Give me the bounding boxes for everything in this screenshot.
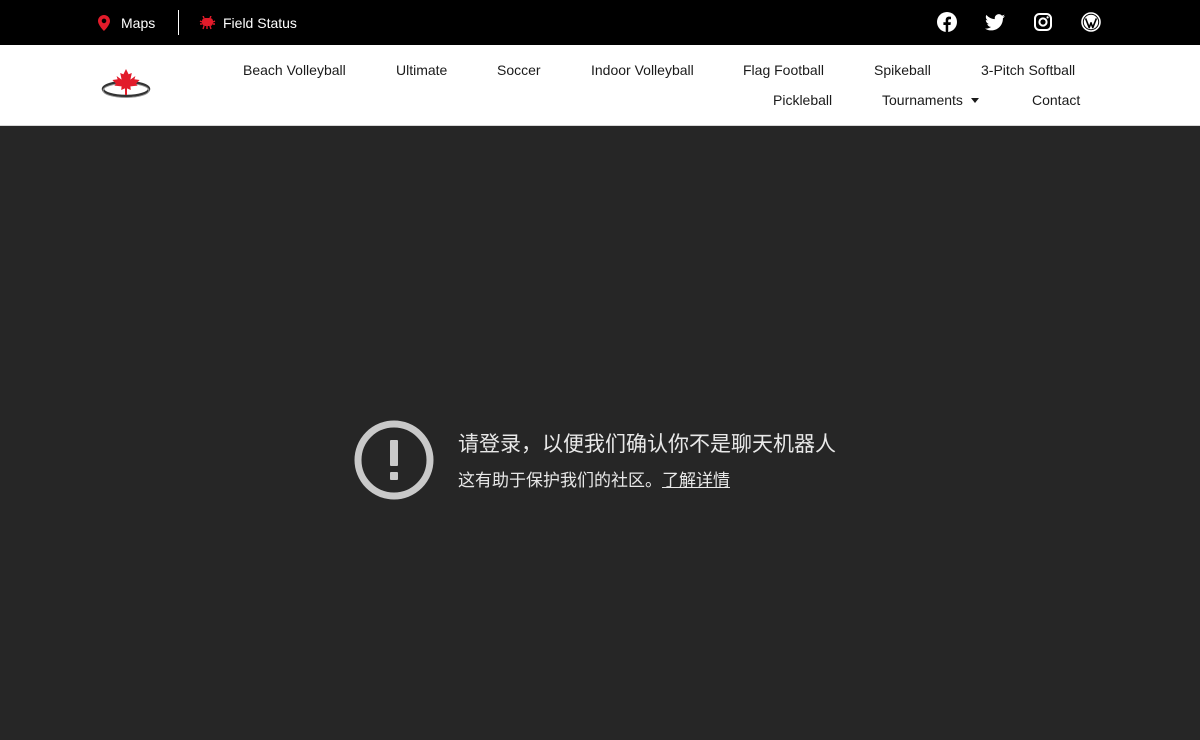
facebook-link[interactable] — [937, 12, 957, 32]
nav-beach-volleyball[interactable]: Beach Volleyball — [243, 61, 346, 79]
instagram-icon — [1034, 13, 1052, 31]
nav-indoor-volleyball[interactable]: Indoor Volleyball — [591, 61, 694, 79]
maps-label: Maps — [121, 14, 156, 31]
map-pin-icon — [98, 14, 110, 31]
notice-description-text: 这有助于保护我们的社区。 — [458, 471, 662, 491]
wordpress-icon — [1081, 12, 1101, 32]
field-status-link[interactable]: Field Status — [198, 0, 297, 45]
nav-tournaments[interactable]: Tournaments — [882, 91, 979, 109]
nav-flag-football[interactable]: Flag Football — [743, 61, 824, 79]
nav-ultimate[interactable]: Ultimate — [396, 61, 447, 79]
main-content: 请登录，以便我们确认你不是聊天机器人 这有助于保护我们的社区。了解详情 — [0, 126, 1200, 740]
nav-contact[interactable]: Contact — [1032, 91, 1080, 109]
nav-pickleball[interactable]: Pickleball — [773, 91, 832, 109]
nav-spikeball[interactable]: Spikeball — [874, 61, 931, 79]
wordpress-link[interactable] — [1081, 12, 1101, 32]
nav-tournaments-label: Tournaments — [882, 92, 963, 108]
learn-more-link[interactable]: 了解详情 — [662, 471, 730, 491]
login-notice-description: 这有助于保护我们的社区。了解详情 — [458, 466, 730, 491]
nav-3-pitch-softball[interactable]: 3-Pitch Softball — [981, 61, 1075, 79]
maple-leaf-logo-icon — [101, 69, 151, 98]
chevron-down-icon — [970, 97, 979, 103]
top-bar: Maps Field Status — [0, 0, 1200, 45]
nav-soccer[interactable]: Soccer — [497, 61, 541, 79]
facebook-icon — [937, 12, 957, 32]
twitter-icon — [985, 13, 1005, 30]
topbar-divider — [178, 10, 179, 35]
field-status-icon — [199, 15, 216, 29]
maps-link[interactable]: Maps — [98, 0, 155, 45]
exclamation-circle-icon — [354, 420, 434, 500]
login-notice-title: 请登录，以便我们确认你不是聊天机器人 — [458, 432, 836, 456]
site-logo[interactable] — [100, 67, 152, 103]
field-status-label: Field Status — [223, 14, 297, 31]
instagram-link[interactable] — [1033, 12, 1053, 32]
twitter-link[interactable] — [985, 12, 1005, 32]
site-header: Beach Volleyball Ultimate Soccer Indoor … — [0, 45, 1200, 126]
